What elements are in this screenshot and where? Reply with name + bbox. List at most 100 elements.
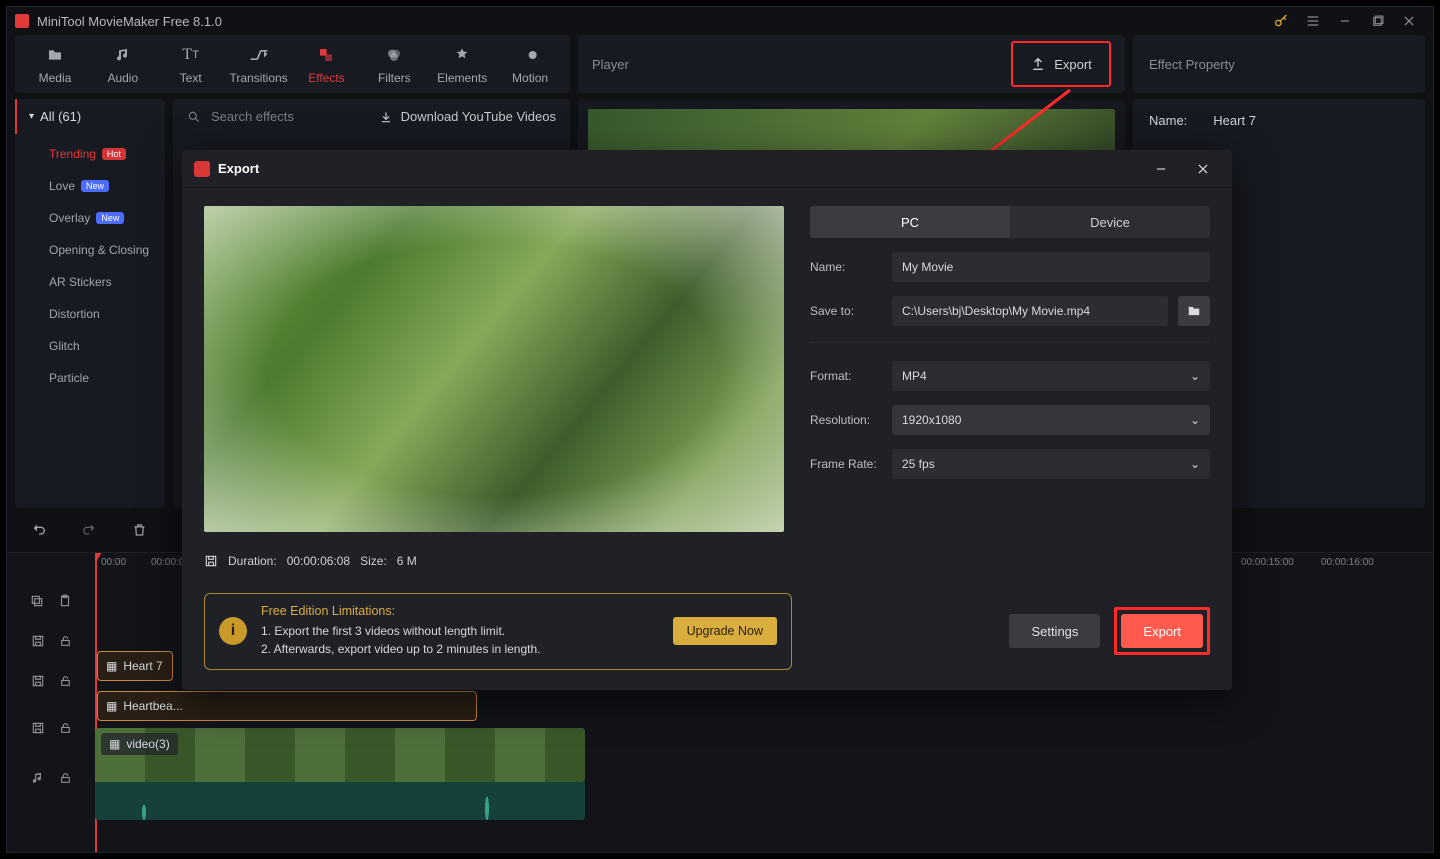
sidebar-all[interactable]: ▾ All (61): [15, 99, 165, 134]
size-value: 6 M: [397, 554, 417, 568]
export-framerate-label: Frame Rate:: [810, 457, 882, 471]
browse-folder-button[interactable]: [1178, 296, 1210, 326]
timeline-tools-row: [7, 581, 95, 621]
sidebar-item-trending[interactable]: TrendingHot: [15, 138, 165, 170]
export-name-label: Name:: [810, 260, 882, 274]
download-icon: [379, 110, 393, 124]
tab-media[interactable]: Media: [24, 45, 86, 85]
sidebar-item-glitch[interactable]: Glitch: [15, 330, 165, 362]
limitation-title: Free Edition Limitations:: [261, 604, 541, 618]
undo-button[interactable]: [25, 516, 53, 544]
chevron-down-icon: ▾: [29, 111, 34, 122]
main-toolbelt: Media Audio TTText Transitions Effects F…: [15, 35, 570, 93]
lock-icon[interactable]: [59, 721, 72, 735]
redo-button[interactable]: [75, 516, 103, 544]
video-clip-label[interactable]: ▦ video(3): [101, 733, 178, 755]
app-title: MiniTool MovieMaker Free 8.1.0: [37, 14, 222, 29]
export-target-segmented: PC Device: [810, 206, 1210, 238]
sidebar-item-particle[interactable]: Particle: [15, 362, 165, 394]
download-youtube-link[interactable]: Download YouTube Videos: [379, 109, 556, 124]
copy-icon[interactable]: [30, 594, 44, 608]
tab-filters[interactable]: Filters: [363, 45, 425, 85]
tab-audio[interactable]: Audio: [92, 45, 154, 85]
save-icon[interactable]: [31, 674, 45, 688]
save-icon[interactable]: [31, 721, 45, 735]
lock-icon[interactable]: [59, 634, 72, 648]
titlebar: MiniTool MovieMaker Free 8.1.0: [7, 7, 1433, 35]
export-button[interactable]: Export: [1011, 41, 1111, 87]
audio-waveform[interactable]: [95, 782, 585, 820]
clip-label: Heart 7: [123, 659, 162, 673]
export-saveto-input[interactable]: C:\Users\bj\Desktop\My Movie.mp4: [892, 296, 1168, 326]
divider: [810, 342, 1210, 343]
search-icon: [187, 110, 201, 124]
export-dialog-title: Export: [218, 161, 259, 176]
duration-value: 00:00:06:08: [287, 554, 350, 568]
export-confirm-button[interactable]: Export: [1121, 614, 1203, 648]
download-youtube-label: Download YouTube Videos: [401, 109, 556, 124]
export-framerate-select[interactable]: 25 fps ⌄: [892, 449, 1210, 479]
chevron-down-icon: ⌄: [1190, 369, 1200, 383]
delete-button[interactable]: [125, 516, 153, 544]
lock-icon[interactable]: [59, 674, 72, 688]
tab-motion[interactable]: Motion: [499, 45, 561, 85]
export-dialog-titlebar: Export: [182, 150, 1232, 188]
export-info: Duration: 00:00:06:08 Size: 6 M: [204, 554, 784, 568]
property-header-label: Effect Property: [1149, 57, 1235, 72]
export-resolution-label: Resolution:: [810, 413, 882, 427]
tab-elements[interactable]: Elements: [431, 45, 493, 85]
export-resolution-select[interactable]: 1920x1080 ⌄: [892, 405, 1210, 435]
player-label: Player: [592, 57, 629, 72]
sidebar-item-overlay[interactable]: OverlayNew: [15, 202, 165, 234]
license-key-icon[interactable]: [1265, 10, 1297, 32]
export-name-input[interactable]: My Movie: [892, 252, 1210, 282]
search-effects-input[interactable]: Search effects: [187, 109, 294, 124]
free-limitation-box: i Free Edition Limitations: 1. Export th…: [204, 593, 792, 670]
prop-name-label: Name:: [1149, 113, 1187, 128]
new-badge: New: [81, 180, 109, 192]
maximize-icon[interactable]: [1361, 10, 1393, 32]
tab-transitions[interactable]: Transitions: [228, 45, 290, 85]
search-placeholder: Search effects: [211, 109, 294, 124]
app-logo-icon: [194, 161, 210, 177]
settings-button[interactable]: Settings: [1009, 614, 1100, 648]
sidebar-item-opening-closing[interactable]: Opening & Closing: [15, 234, 165, 266]
property-header: Effect Property: [1133, 35, 1425, 93]
dialog-close-icon[interactable]: [1186, 155, 1220, 183]
tab-device[interactable]: Device: [1010, 206, 1210, 238]
dialog-minimize-icon[interactable]: [1144, 155, 1178, 183]
folder-icon: [1186, 304, 1202, 318]
effect-clip-icon: ▦: [106, 659, 117, 673]
chevron-down-icon: ⌄: [1190, 457, 1200, 471]
export-format-label: Format:: [810, 369, 882, 383]
ruler-tick: 00:00:15:00: [1241, 557, 1294, 568]
new-badge: New: [96, 212, 124, 224]
close-icon[interactable]: [1393, 10, 1425, 32]
clip-label: video(3): [126, 737, 169, 751]
upgrade-now-button[interactable]: Upgrade Now: [673, 617, 777, 645]
export-highlight-frame: Export: [1114, 607, 1210, 655]
tab-pc[interactable]: PC: [810, 206, 1010, 238]
tab-text[interactable]: TTText: [160, 45, 222, 85]
export-format-select[interactable]: MP4 ⌄: [892, 361, 1210, 391]
limitation-line: 1. Export the first 3 videos without len…: [261, 622, 541, 641]
minimize-icon[interactable]: [1329, 10, 1361, 32]
paste-icon[interactable]: [58, 594, 72, 608]
export-upload-icon: [1030, 56, 1046, 72]
effect-clip-icon: ▦: [106, 699, 117, 713]
lock-icon[interactable]: [59, 771, 72, 785]
sidebar-item-love[interactable]: LoveNew: [15, 170, 165, 202]
sidebar-item-ar-stickers[interactable]: AR Stickers: [15, 266, 165, 298]
tab-effects[interactable]: Effects: [295, 45, 357, 85]
clip-heart7[interactable]: ▦ Heart 7: [97, 651, 173, 681]
ruler-tick: 00:00:16:00: [1321, 557, 1374, 568]
chevron-down-icon: ⌄: [1190, 413, 1200, 427]
sidebar-item-distortion[interactable]: Distortion: [15, 298, 165, 330]
music-icon[interactable]: [31, 771, 45, 785]
info-icon: i: [219, 617, 247, 645]
export-saveto-label: Save to:: [810, 304, 882, 318]
size-label: Size:: [360, 554, 387, 568]
save-icon[interactable]: [31, 634, 45, 648]
clip-heartbeat[interactable]: ▦ Heartbea...: [97, 691, 477, 721]
menu-icon[interactable]: [1297, 10, 1329, 32]
